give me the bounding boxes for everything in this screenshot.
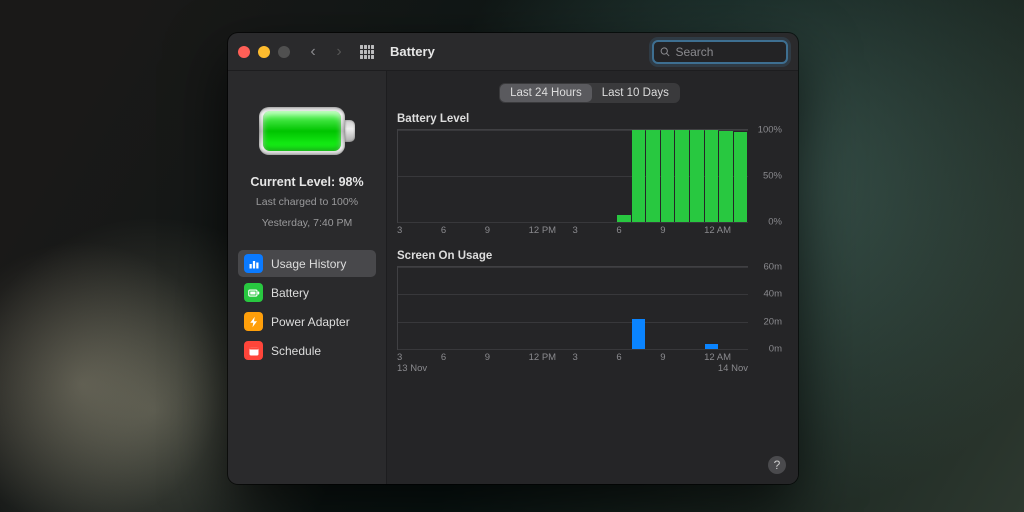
sidebar-item-power-adapter[interactable]: Power Adapter <box>238 308 376 335</box>
xtick-label: 3 <box>397 352 441 363</box>
chart-bar <box>661 130 675 222</box>
chart-bar <box>705 130 719 222</box>
sidebar-item-schedule[interactable]: Schedule <box>238 337 376 364</box>
segment-last-10-days[interactable]: Last 10 Days <box>592 84 679 102</box>
xtick-label: 12 PM <box>529 352 573 363</box>
xtick-label: 9 <box>660 352 704 363</box>
last-charged-label: Last charged to 100% <box>256 195 358 210</box>
chart-bar <box>719 131 733 222</box>
screen-on-title: Screen On Usage <box>397 250 782 262</box>
chart-bar <box>705 344 719 349</box>
xtick-label: 12 PM <box>529 225 573 236</box>
chart-bar-icon <box>244 254 263 273</box>
bolt-icon <box>244 312 263 331</box>
calendar-icon <box>244 341 263 360</box>
titlebar: ‹ › Battery <box>228 33 798 71</box>
chart-bar <box>734 132 748 222</box>
xtick-label: 3 <box>397 225 441 236</box>
window-body: Current Level: 98% Last charged to 100% … <box>228 71 798 484</box>
time-range-segmented: Last 24 HoursLast 10 Days <box>397 83 782 103</box>
xtick-label: 9 <box>660 225 704 236</box>
xtick-label: 6 <box>616 352 660 363</box>
screen-on-chart: 0m20m40m60m <box>397 266 782 350</box>
last-charged-time-label: Yesterday, 7:40 PM <box>262 216 352 231</box>
forward-button: › <box>330 43 348 61</box>
content-pane: Last 24 HoursLast 10 Days Battery Level … <box>386 71 798 484</box>
sidebar-item-label: Usage History <box>271 257 346 271</box>
ytick-label: 20m <box>764 316 782 327</box>
chart-bar <box>617 215 631 222</box>
close-icon[interactable] <box>238 46 250 58</box>
segmented-control[interactable]: Last 24 HoursLast 10 Days <box>499 83 680 103</box>
preferences-window: ‹ › Battery Current Level: 98% Last char… <box>228 33 798 484</box>
search-field[interactable] <box>652 40 788 64</box>
current-level-label: Current Level: 98% <box>250 175 363 189</box>
sidebar-item-usage-history[interactable]: Usage History <box>238 250 376 277</box>
screen-on-date-labels: 13 Nov14 Nov <box>397 363 782 374</box>
chart-bar <box>632 319 646 349</box>
xtick-label: 6 <box>441 352 485 363</box>
search-input[interactable] <box>675 45 780 59</box>
zoom-icon <box>278 46 290 58</box>
chart-bar <box>675 130 689 222</box>
sidebar-item-label: Battery <box>271 286 309 300</box>
search-icon <box>660 46 670 58</box>
sidebar: Current Level: 98% Last charged to 100% … <box>228 71 386 484</box>
sidebar-item-label: Schedule <box>271 344 321 358</box>
window-controls <box>238 46 290 58</box>
ytick-label: 0% <box>768 217 782 228</box>
battery-level-chart: 0%50%100% <box>397 129 782 223</box>
chart-bar <box>632 130 646 222</box>
sidebar-item-battery[interactable]: Battery <box>238 279 376 306</box>
ytick-label: 100% <box>758 125 782 136</box>
xtick-label: 6 <box>616 225 660 236</box>
show-all-icon[interactable] <box>360 45 374 59</box>
help-button[interactable]: ? <box>768 456 786 474</box>
chart-bar <box>646 130 660 222</box>
xtick-label: 12 AM <box>704 352 748 363</box>
screen-on-xaxis: 36912 PM36912 AM <box>397 352 782 363</box>
xtick-label: 3 <box>573 352 617 363</box>
segment-last-24-hours[interactable]: Last 24 Hours <box>500 84 592 102</box>
ytick-label: 60m <box>764 262 782 273</box>
back-button[interactable]: ‹ <box>304 43 322 61</box>
xtick-label: 9 <box>485 352 529 363</box>
battery-icon <box>244 283 263 302</box>
battery-large-icon <box>259 107 355 155</box>
minimize-icon[interactable] <box>258 46 270 58</box>
chart-bar <box>690 130 704 222</box>
xtick-label: 9 <box>485 225 529 236</box>
sidebar-menu: Usage History Battery Power Adapter Schedul… <box>238 250 376 364</box>
date-label-left: 13 Nov <box>397 363 718 374</box>
sidebar-item-label: Power Adapter <box>271 315 350 329</box>
ytick-label: 50% <box>763 171 782 182</box>
ytick-label: 40m <box>764 289 782 300</box>
date-label-right: 14 Nov <box>718 363 748 374</box>
xtick-label: 3 <box>573 225 617 236</box>
window-title: Battery <box>390 44 435 59</box>
battery-level-title: Battery Level <box>397 113 782 125</box>
xtick-label: 6 <box>441 225 485 236</box>
battery-level-xaxis: 36912 PM36912 AM <box>397 225 782 236</box>
xtick-label: 12 AM <box>704 225 748 236</box>
ytick-label: 0m <box>769 344 782 355</box>
